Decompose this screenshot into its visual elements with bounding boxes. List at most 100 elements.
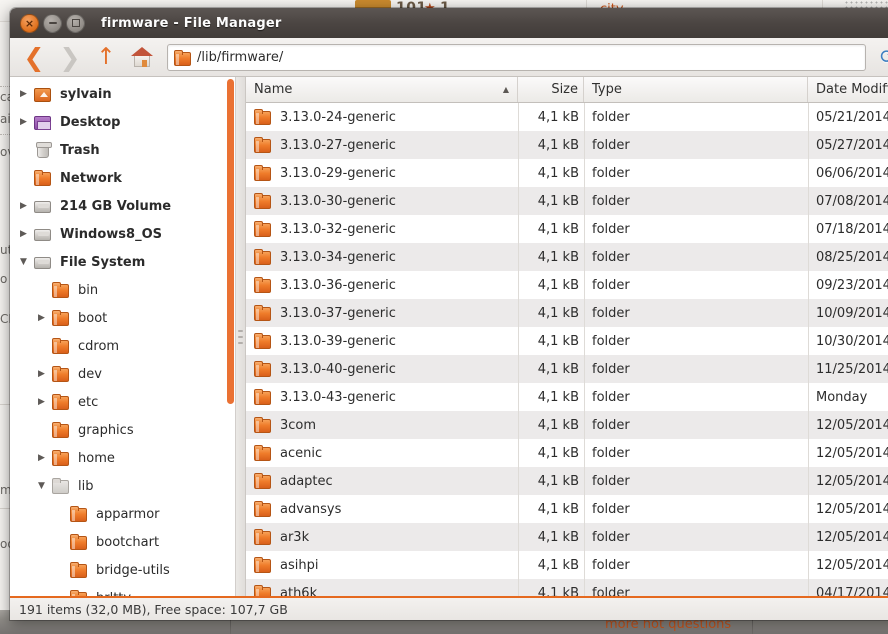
- home-button[interactable]: [125, 41, 159, 73]
- cell-date: Monday: [816, 389, 868, 405]
- chevron-right-icon[interactable]: ▶: [38, 313, 52, 323]
- sidebar-item-label: boot: [78, 310, 108, 326]
- reload-button[interactable]: ⟳: [873, 42, 888, 72]
- minimize-button[interactable]: [43, 13, 62, 33]
- status-bar: 191 items (32,0 MB), Free space: 107,7 G…: [10, 596, 888, 620]
- close-button[interactable]: ×: [20, 13, 39, 33]
- table-row[interactable]: 3.13.0-29-generic 4,1 kB folder 06/06/2014: [246, 159, 888, 187]
- table-row[interactable]: acenic 4,1 kB folder 12/05/2014: [246, 439, 888, 467]
- sidebar-item-lib[interactable]: ▼ lib: [10, 472, 235, 500]
- sidebar-item-graphics[interactable]: graphics: [10, 416, 235, 444]
- table-row[interactable]: 3.13.0-36-generic 4,1 kB folder 09/23/2014: [246, 271, 888, 299]
- column-headers: Name ▲ Size Type Date Modifie: [246, 77, 888, 103]
- desktop-background: 101 ★ 1 city ca air ov ut o CE mg od mor…: [0, 0, 888, 634]
- column-header-name[interactable]: Name ▲: [246, 77, 518, 102]
- cell-size: 4,1 kB: [537, 249, 579, 265]
- table-row[interactable]: 3.13.0-30-generic 4,1 kB folder 07/08/2014: [246, 187, 888, 215]
- cell-name: 3.13.0-39-generic: [246, 332, 518, 350]
- sidebar-item-desktop[interactable]: ▶ Desktop: [10, 108, 235, 136]
- sidebar-item-label: brltty: [96, 591, 131, 597]
- sidebar-item-214-gb-volume[interactable]: ▶ 214 GB Volume: [10, 192, 235, 220]
- sidebar-item-trash[interactable]: Trash: [10, 136, 235, 164]
- window-titlebar[interactable]: × firmware - File Manager: [10, 8, 888, 38]
- sidebar-scrollbar[interactable]: [227, 79, 234, 404]
- chevron-right-icon[interactable]: ▶: [38, 369, 52, 379]
- sidebar-item-label: Network: [60, 170, 122, 186]
- table-row[interactable]: asihpi 4,1 kB folder 12/05/2014: [246, 551, 888, 579]
- sidebar-item-bridge-utils[interactable]: bridge-utils: [10, 556, 235, 584]
- pane-splitter[interactable]: [236, 77, 246, 596]
- cell-size: 4,1 kB: [537, 529, 579, 545]
- folder-icon: [254, 416, 271, 434]
- sidebar-item-windows8-os[interactable]: ▶ Windows8_OS: [10, 220, 235, 248]
- table-row[interactable]: 3.13.0-34-generic 4,1 kB folder 08/25/2014: [246, 243, 888, 271]
- chevron-right-icon[interactable]: ▶: [38, 397, 52, 407]
- table-row[interactable]: 3.13.0-37-generic 4,1 kB folder 10/09/2014: [246, 299, 888, 327]
- table-row[interactable]: advansys 4,1 kB folder 12/05/2014: [246, 495, 888, 523]
- file-name-label: 3.13.0-29-generic: [280, 165, 396, 181]
- sidebar-item-network[interactable]: Network: [10, 164, 235, 192]
- chevron-right-icon[interactable]: ▶: [20, 117, 34, 127]
- forward-button[interactable]: ❯: [53, 41, 87, 73]
- drive-icon: [34, 254, 53, 271]
- sidebar-item-etc[interactable]: ▶ etc: [10, 388, 235, 416]
- cell-size: 4,1 kB: [537, 165, 579, 181]
- folder-icon: [254, 276, 271, 294]
- folder-icon: [174, 50, 191, 66]
- table-row[interactable]: 3.13.0-40-generic 4,1 kB folder 11/25/2014: [246, 355, 888, 383]
- folder-icon: [254, 444, 271, 462]
- cell-date: 12/05/2014: [816, 445, 888, 461]
- table-row[interactable]: ar3k 4,1 kB folder 12/05/2014: [246, 523, 888, 551]
- file-name-label: 3.13.0-27-generic: [280, 137, 396, 153]
- table-row[interactable]: ath6k 4,1 kB folder 04/17/2014: [246, 579, 888, 596]
- sidebar-item-home[interactable]: ▶ home: [10, 444, 235, 472]
- chevron-right-icon[interactable]: ▶: [20, 89, 34, 99]
- sidebar-item-sylvain[interactable]: ▶ sylvain: [10, 80, 235, 108]
- column-header-size[interactable]: Size: [518, 77, 584, 102]
- chevron-down-icon[interactable]: ▼: [38, 481, 52, 491]
- back-button[interactable]: ❮: [17, 41, 51, 73]
- sidebar-item-label: Desktop: [60, 114, 121, 130]
- sidebar-item-cdrom[interactable]: cdrom: [10, 332, 235, 360]
- up-button[interactable]: ↑: [89, 41, 123, 73]
- folder-icon: [254, 248, 271, 266]
- sidebar-item-label: etc: [78, 394, 99, 410]
- column-header-label: Name: [254, 82, 293, 97]
- column-gridline: [584, 103, 585, 596]
- sidebar-item-label: lib: [78, 478, 94, 494]
- sidebar-item-file-system[interactable]: ▼ File System: [10, 248, 235, 276]
- chevron-right-icon[interactable]: ▶: [20, 201, 34, 211]
- sidebar-item-boot[interactable]: ▶ boot: [10, 304, 235, 332]
- sidebar-item-brltty[interactable]: brltty: [10, 584, 235, 596]
- table-row[interactable]: 3.13.0-39-generic 4,1 kB folder 10/30/2014: [246, 327, 888, 355]
- folder-icon: [52, 365, 71, 383]
- folder-icon: [254, 584, 271, 596]
- table-row[interactable]: 3.13.0-32-generic 4,1 kB folder 07/18/2014: [246, 215, 888, 243]
- sidebar-item-bootchart[interactable]: bootchart: [10, 528, 235, 556]
- table-row[interactable]: 3.13.0-43-generic 4,1 kB folder Monday: [246, 383, 888, 411]
- column-header-label: Type: [592, 82, 622, 97]
- table-row[interactable]: 3.13.0-24-generic 4,1 kB folder 05/21/2014: [246, 103, 888, 131]
- sidebar-item-apparmor[interactable]: apparmor: [10, 500, 235, 528]
- column-gridline: [518, 103, 519, 596]
- table-row[interactable]: adaptec 4,1 kB folder 12/05/2014: [246, 467, 888, 495]
- column-header-date-modifie[interactable]: Date Modifie: [808, 77, 888, 102]
- cell-date: 09/23/2014: [816, 277, 888, 293]
- column-header-type[interactable]: Type: [584, 77, 808, 102]
- table-row[interactable]: 3com 4,1 kB folder 12/05/2014: [246, 411, 888, 439]
- table-row[interactable]: 3.13.0-27-generic 4,1 kB folder 05/27/2014: [246, 131, 888, 159]
- sidebar-item-bin[interactable]: bin: [10, 276, 235, 304]
- chevron-right-icon[interactable]: ▶: [38, 453, 52, 463]
- cell-date: 05/21/2014: [816, 109, 888, 125]
- location-bar[interactable]: /lib/firmware/: [167, 43, 866, 71]
- cell-size: 4,1 kB: [537, 221, 579, 237]
- location-text: /lib/firmware/: [197, 49, 284, 65]
- chevron-right-icon[interactable]: ▶: [20, 229, 34, 239]
- cell-type: folder: [592, 501, 630, 517]
- file-name-label: 3.13.0-37-generic: [280, 305, 396, 321]
- drive-icon: [34, 198, 53, 215]
- folder-icon: [52, 449, 71, 467]
- chevron-down-icon[interactable]: ▼: [20, 257, 34, 267]
- sidebar-item-dev[interactable]: ▶ dev: [10, 360, 235, 388]
- maximize-button[interactable]: [66, 13, 85, 33]
